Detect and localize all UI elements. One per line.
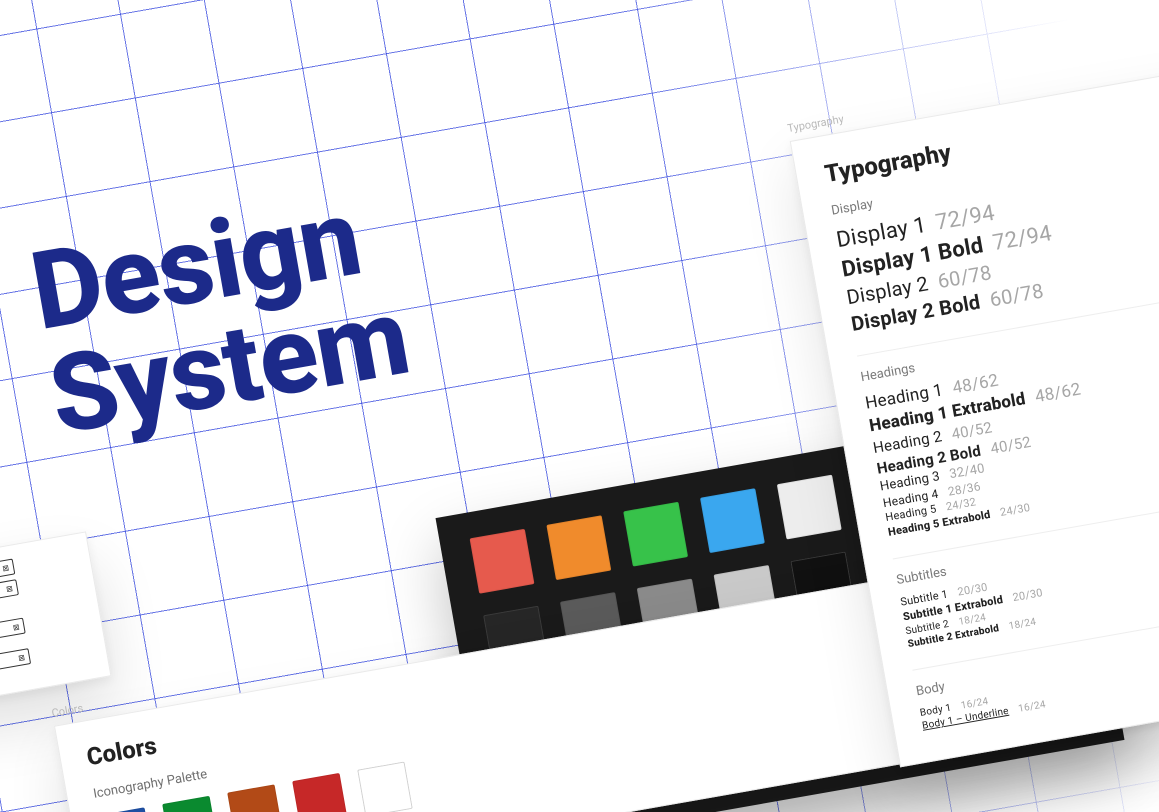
swatch (623, 502, 688, 567)
swatch (700, 488, 765, 553)
swatch (357, 761, 413, 812)
swatch (97, 807, 153, 812)
clear-icon[interactable]: ⊠ (12, 622, 20, 632)
clear-icon[interactable]: ⊠ (17, 652, 25, 662)
clear-icon[interactable]: ⊠ (5, 584, 13, 594)
swatch (227, 784, 283, 812)
clear-icon[interactable]: ⊠ (2, 563, 10, 573)
type-size: 18/24 (1008, 617, 1037, 633)
forms-preview-card: Input text⊠ Input text⊠ Helper text Labe… (0, 531, 111, 705)
swatch (292, 773, 348, 812)
swatch (546, 515, 611, 580)
swatch (470, 529, 535, 594)
hero-title: Design System (24, 180, 416, 451)
swatch (777, 475, 842, 540)
swatch (162, 796, 218, 812)
type-size: 16/24 (1018, 700, 1047, 716)
mini-field: Label * Input text⊠ Helper text (0, 627, 98, 686)
